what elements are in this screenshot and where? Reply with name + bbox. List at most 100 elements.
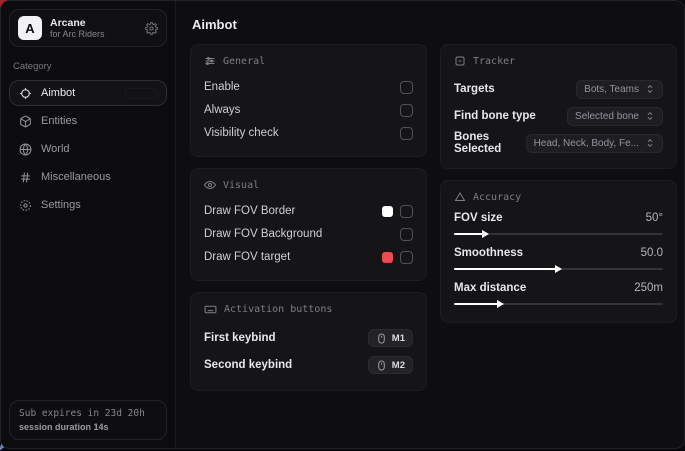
setting-label: FOV size <box>454 212 646 224</box>
fov-target-checkbox[interactable] <box>400 251 413 264</box>
sidebar-item-settings[interactable]: Settings <box>9 192 167 218</box>
setting-row-fov-size: FOV size 50° <box>454 212 663 240</box>
card-title: General <box>223 56 265 67</box>
setting-label: Visibility check <box>204 127 400 139</box>
globe-icon <box>19 143 32 156</box>
targets-select[interactable]: Bots, Teams <box>576 80 663 99</box>
app-header-text: Arcane for Arc Riders <box>50 17 137 39</box>
accuracy-card-header: Accuracy <box>454 191 663 203</box>
enable-checkbox[interactable] <box>400 81 413 94</box>
select-value: Bots, Teams <box>584 84 639 95</box>
find-bone-type-select[interactable]: Selected bone <box>567 107 663 126</box>
tracker-card: Tracker Targets Bots, Teams Find bone ty… <box>440 44 677 169</box>
sidebar-menu: Aimbot Entities World Miscellaneous <box>9 80 167 218</box>
card-title: Tracker <box>473 56 515 67</box>
slider-fill <box>454 303 498 305</box>
sidebar-item-world[interactable]: World <box>9 136 167 162</box>
tracker-card-header: Tracker <box>454 55 663 67</box>
setting-row-visibility-check: Visibility check <box>204 122 413 144</box>
keyboard-icon <box>204 303 217 316</box>
sidebar-item-label: Miscellaneous <box>41 171 111 183</box>
slider-fill <box>454 268 556 270</box>
activation-buttons-card: Activation buttons First keybind M1 Seco… <box>190 292 427 391</box>
grid-icon <box>19 171 32 184</box>
setting-row-bones-selected: Bones Selected Head, Neck, Body, Fe... <box>454 130 663 156</box>
setting-label: Always <box>204 104 400 116</box>
sidebar-item-label: World <box>41 143 70 155</box>
general-card-header: General <box>204 55 413 67</box>
chevrons-up-down-icon <box>645 111 655 121</box>
setting-row-fov-border: Draw FOV Border <box>204 200 413 222</box>
fov-background-checkbox[interactable] <box>400 228 413 241</box>
slider-thumb[interactable] <box>482 230 489 238</box>
select-value: Head, Neck, Body, Fe... <box>534 138 639 149</box>
sidebar-item-label: Entities <box>41 115 77 127</box>
accuracy-card: Accuracy FOV size 50° <box>440 180 677 323</box>
right-column: Tracker Targets Bots, Teams Find bone ty… <box>440 44 677 323</box>
setting-label: Targets <box>454 83 576 95</box>
mouse-icon <box>376 333 387 344</box>
app-subtitle: for Arc Riders <box>50 29 137 39</box>
always-checkbox[interactable] <box>400 104 413 117</box>
setting-label: Max distance <box>454 282 634 294</box>
setting-row-smoothness: Smoothness 50.0 <box>454 247 663 275</box>
setting-row-second-keybind: Second keybind M2 <box>204 352 413 378</box>
setting-label: Enable <box>204 81 400 93</box>
subscription-status-card: Sub expires in 23d 20h session duration … <box>9 400 167 440</box>
setting-row-targets: Targets Bots, Teams <box>454 76 663 102</box>
smoothness-value: 50.0 <box>641 247 663 259</box>
setting-label: Find bone type <box>454 110 567 122</box>
fov-border-checkbox[interactable] <box>400 205 413 218</box>
fov-target-color-swatch[interactable] <box>382 252 393 263</box>
setting-label: Smoothness <box>454 247 641 259</box>
sidebar-item-aimbot[interactable]: Aimbot <box>9 80 167 106</box>
setting-label: First keybind <box>204 332 368 344</box>
visual-card-header: Visual <box>204 179 413 191</box>
app-title: Arcane <box>50 17 137 29</box>
visibility-check-checkbox[interactable] <box>400 127 413 140</box>
fov-size-slider[interactable] <box>454 228 663 240</box>
setting-label: Draw FOV Border <box>204 205 382 217</box>
slider-fill <box>454 233 483 235</box>
category-label: Category <box>13 61 167 72</box>
eye-icon <box>204 179 216 191</box>
setting-row-fov-target: Draw FOV target <box>204 246 413 268</box>
card-title: Visual <box>223 180 259 191</box>
sidebar-item-entities[interactable]: Entities <box>9 108 167 134</box>
triangle-icon <box>454 191 466 203</box>
fov-border-color-swatch[interactable] <box>382 206 393 217</box>
card-title: Activation buttons <box>224 304 332 315</box>
slider-thumb[interactable] <box>555 265 562 273</box>
chevrons-up-down-icon <box>645 84 655 94</box>
max-distance-value: 250m <box>634 282 663 294</box>
setting-label: Second keybind <box>204 359 368 371</box>
sidebar-item-label: Aimbot <box>41 87 75 99</box>
app-window: A Arcane for Arc Riders Category Aimbot <box>0 0 685 449</box>
crosshair-icon <box>19 87 32 100</box>
session-duration-text: session duration 14s <box>19 422 157 432</box>
keybind-hint-badge <box>125 88 157 99</box>
cube-icon <box>19 115 32 128</box>
card-title: Accuracy <box>473 192 521 203</box>
scan-icon <box>454 55 466 67</box>
visual-card: Visual Draw FOV Border Draw FOV Backgrou… <box>190 168 427 281</box>
bones-selected-select[interactable]: Head, Neck, Body, Fe... <box>526 134 663 153</box>
setting-row-find-bone-type: Find bone type Selected bone <box>454 103 663 129</box>
fov-size-value: 50° <box>646 212 663 224</box>
app-logo: A <box>18 16 42 40</box>
second-keybind-button[interactable]: M2 <box>368 356 413 374</box>
setting-label: Draw FOV Background <box>204 228 400 240</box>
setting-row-first-keybind: First keybind M1 <box>204 325 413 351</box>
page-title: Aimbot <box>192 17 677 32</box>
smoothness-slider[interactable] <box>454 263 663 275</box>
slider-thumb[interactable] <box>497 300 504 308</box>
sub-expiry-text: Sub expires in 23d 20h <box>19 408 157 419</box>
setting-row-fov-background: Draw FOV Background <box>204 223 413 245</box>
first-keybind-button[interactable]: M1 <box>368 329 413 347</box>
setting-label: Bones Selected <box>454 131 526 155</box>
mouse-icon <box>376 360 387 371</box>
select-value: Selected bone <box>575 111 639 122</box>
max-distance-slider[interactable] <box>454 298 663 310</box>
sidebar-item-miscellaneous[interactable]: Miscellaneous <box>9 164 167 190</box>
gear-icon[interactable] <box>145 22 158 35</box>
